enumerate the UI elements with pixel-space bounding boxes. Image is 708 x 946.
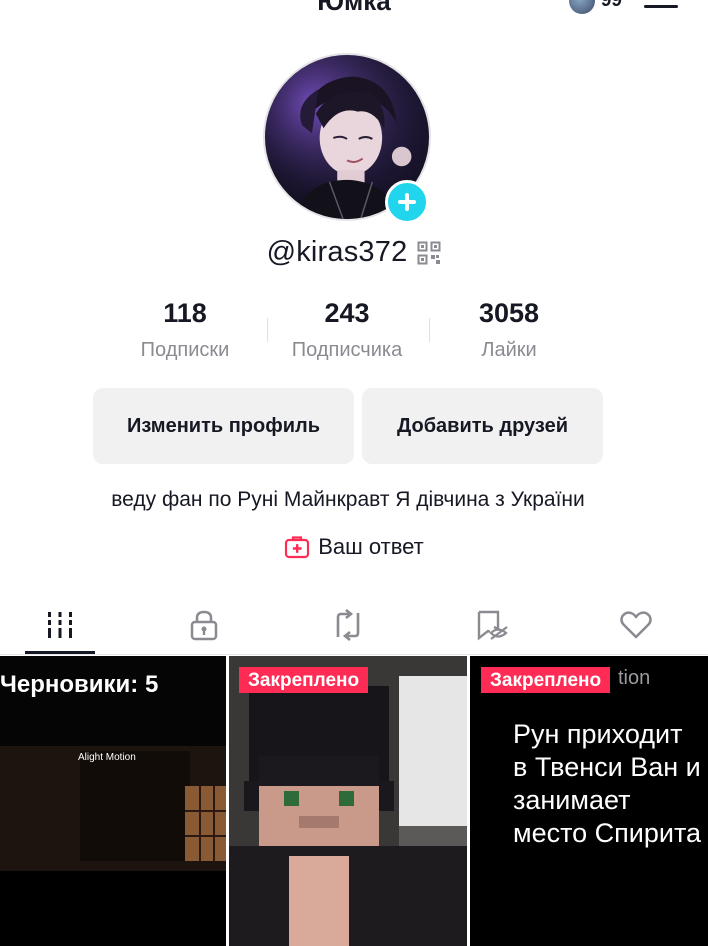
pinned-badge: Закреплено	[481, 667, 611, 693]
your-answer-link[interactable]: Ваш ответ	[0, 534, 708, 560]
profile-bio: веду фан по Руні Майнкравт Я дівчина з У…	[111, 488, 585, 511]
plus-icon	[398, 193, 416, 211]
question-box-icon	[285, 536, 310, 559]
watermark-fragment: tion	[618, 667, 651, 689]
hamburger-menu-icon[interactable]	[644, 0, 678, 8]
drafts-tile[interactable]	[0, 656, 226, 946]
edit-profile-button[interactable]: Изменить профиль	[93, 388, 354, 464]
username-row: @kiras372	[0, 236, 708, 269]
heart-icon	[620, 611, 652, 639]
notification-count[interactable]: 99	[601, 0, 622, 12]
tab-favorites-hidden[interactable]	[432, 600, 552, 650]
followers-label: Подписчика	[291, 339, 403, 361]
tab-videos[interactable]	[0, 600, 120, 650]
drafts-count-label: Черновики: 5	[0, 671, 159, 698]
repost-icon	[336, 609, 360, 641]
qr-code-icon[interactable]	[417, 241, 441, 265]
tab-reposts[interactable]	[288, 600, 408, 650]
add-friends-button[interactable]: Добавить друзей	[362, 388, 603, 464]
pinned-badge: Закреплено	[239, 667, 369, 693]
drafts-thumbnail	[0, 656, 226, 946]
video-thumbnail	[229, 656, 467, 946]
video-caption-text: Рун приходит в Твенси Ван и занимает мес…	[513, 719, 702, 848]
grid-icon	[48, 612, 72, 638]
tabs-divider	[0, 654, 708, 655]
hidden-bookmark-icon	[477, 610, 508, 641]
stat-likes[interactable]: 3058 Лайки	[429, 298, 589, 362]
your-answer-label: Ваш ответ	[318, 534, 424, 559]
username: @kiras372	[266, 236, 408, 268]
tab-private[interactable]	[144, 600, 264, 650]
pinned-video-tile-1[interactable]	[229, 656, 467, 946]
add-avatar-button[interactable]	[385, 180, 429, 224]
likes-label: Лайки	[481, 339, 537, 361]
top-right-controls: 99	[568, 0, 678, 14]
watermark-text: Alight Motion	[78, 752, 136, 763]
account-switcher-avatar[interactable]	[568, 0, 595, 14]
following-count: 118	[163, 298, 207, 328]
following-label: Подписки	[140, 339, 230, 361]
lock-icon	[190, 610, 218, 641]
stat-followers[interactable]: 243 Подписчика	[267, 298, 427, 362]
stat-following[interactable]: 118 Подписки	[105, 298, 265, 362]
followers-count: 243	[324, 298, 370, 328]
tab-liked[interactable]	[576, 600, 696, 650]
likes-count: 3058	[478, 298, 540, 328]
